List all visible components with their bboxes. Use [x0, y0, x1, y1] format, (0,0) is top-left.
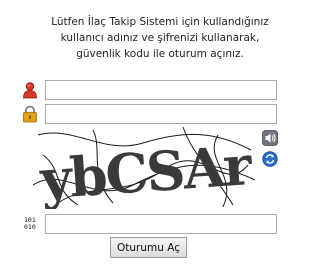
speaker-icon[interactable] [262, 130, 278, 146]
binary-code-icon: 101 010 [24, 217, 40, 231]
code-icon-bottom: 010 [24, 223, 36, 231]
instructions-line-2: kullanıcı adınız ve şifrenizi kullanarak… [60, 32, 260, 44]
instructions-line-1: Lütfen İlaç Takip Sistemi için kullandığ… [51, 16, 269, 28]
refresh-icon[interactable] [262, 151, 278, 167]
captcha-image: ybCSAr [32, 125, 256, 212]
instructions-line-3: güvenlik kodu ile oturum açınız. [76, 48, 244, 60]
login-instructions: Lütfen İlaç Takip Sistemi için kullandığ… [40, 14, 280, 62]
security-code-input[interactable] [45, 214, 277, 234]
login-button[interactable]: Oturumu Aç [110, 237, 187, 258]
lock-icon [21, 105, 39, 123]
captcha-text: ybCSAr [37, 133, 254, 209]
password-input[interactable] [45, 104, 277, 124]
user-icon [21, 81, 39, 99]
username-input[interactable] [45, 80, 277, 100]
